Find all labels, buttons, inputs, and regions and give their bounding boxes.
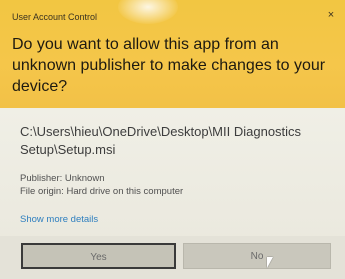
dialog-body: C:\Users\hieu\OneDrive\Desktop\MII Diagn… — [0, 108, 345, 279]
screen-glare — [118, 0, 178, 24]
uac-dialog: User Account Control × Do you want to al… — [0, 0, 345, 279]
file-path: C:\Users\hieu\OneDrive\Desktop\MII Diagn… — [20, 124, 302, 157]
close-icon[interactable]: × — [324, 8, 338, 22]
file-meta: Publisher: Unknown File origin: Hard dri… — [20, 172, 183, 198]
file-origin-text: File origin: Hard drive on this computer — [20, 186, 184, 197]
yes-button[interactable]: Yes — [21, 243, 176, 269]
show-more-details-link[interactable]: Show more details — [20, 214, 98, 225]
mouse-pointer-icon — [267, 257, 273, 268]
window-title: User Account Control — [12, 12, 98, 22]
dialog-header: User Account Control × Do you want to al… — [0, 0, 345, 108]
prompt-question: Do you want to allow this app from an un… — [12, 36, 326, 95]
button-row: Yes No — [0, 236, 345, 279]
publisher-text: Publisher: Unknown — [20, 173, 105, 184]
no-button[interactable]: No — [183, 243, 331, 269]
